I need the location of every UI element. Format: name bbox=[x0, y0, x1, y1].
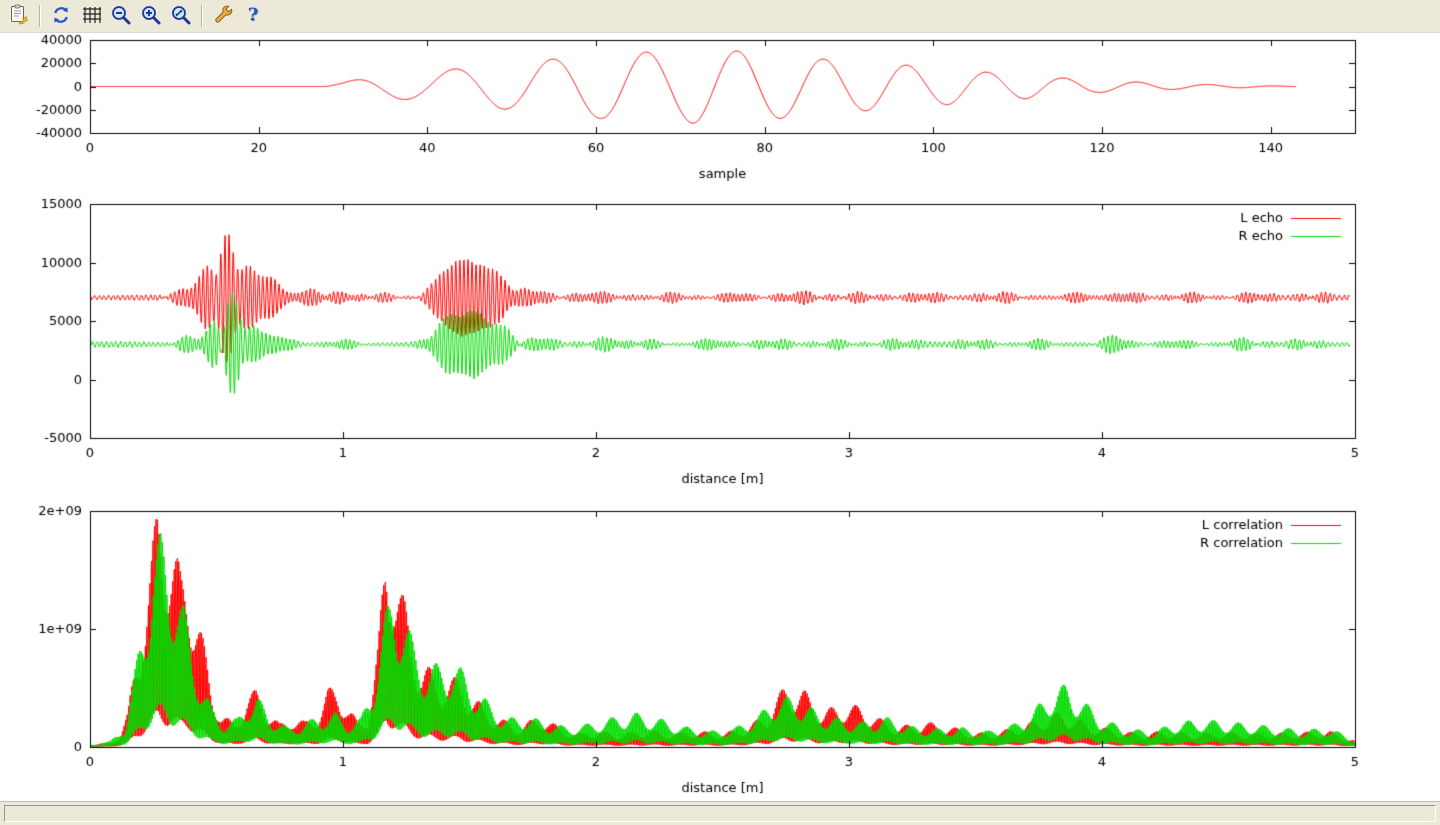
copy-to-clipboard-button[interactable] bbox=[5, 3, 33, 29]
replot-button[interactable] bbox=[47, 3, 75, 29]
toolbar-separator bbox=[39, 5, 41, 27]
toolbar-separator bbox=[201, 5, 203, 27]
plot-area bbox=[0, 33, 1440, 801]
grid-icon bbox=[79, 3, 103, 30]
zoom-next-button[interactable] bbox=[137, 3, 165, 29]
autoscale-icon bbox=[169, 3, 193, 30]
wrench-icon bbox=[211, 3, 235, 30]
toggle-grid-button[interactable] bbox=[77, 3, 105, 29]
signal-chart[interactable] bbox=[0, 33, 1440, 198]
svg-text:?: ? bbox=[248, 4, 259, 25]
zoom-next-icon bbox=[139, 3, 163, 30]
help-button[interactable]: ? ? bbox=[239, 3, 267, 29]
status-text bbox=[4, 805, 1436, 822]
zoom-previous-button[interactable] bbox=[107, 3, 135, 29]
autoscale-button[interactable] bbox=[167, 3, 195, 29]
zoom-previous-icon bbox=[109, 3, 133, 30]
correlation-chart[interactable] bbox=[0, 505, 1440, 801]
configure-button[interactable] bbox=[209, 3, 237, 29]
toolbar: ? ? bbox=[0, 0, 1440, 33]
clipboard-icon bbox=[7, 3, 31, 30]
replot-icon bbox=[49, 3, 73, 30]
help-icon: ? ? bbox=[241, 3, 265, 30]
status-bar bbox=[0, 801, 1440, 825]
gnuplot-window: ? ? bbox=[0, 0, 1440, 825]
echo-chart[interactable] bbox=[0, 198, 1440, 505]
